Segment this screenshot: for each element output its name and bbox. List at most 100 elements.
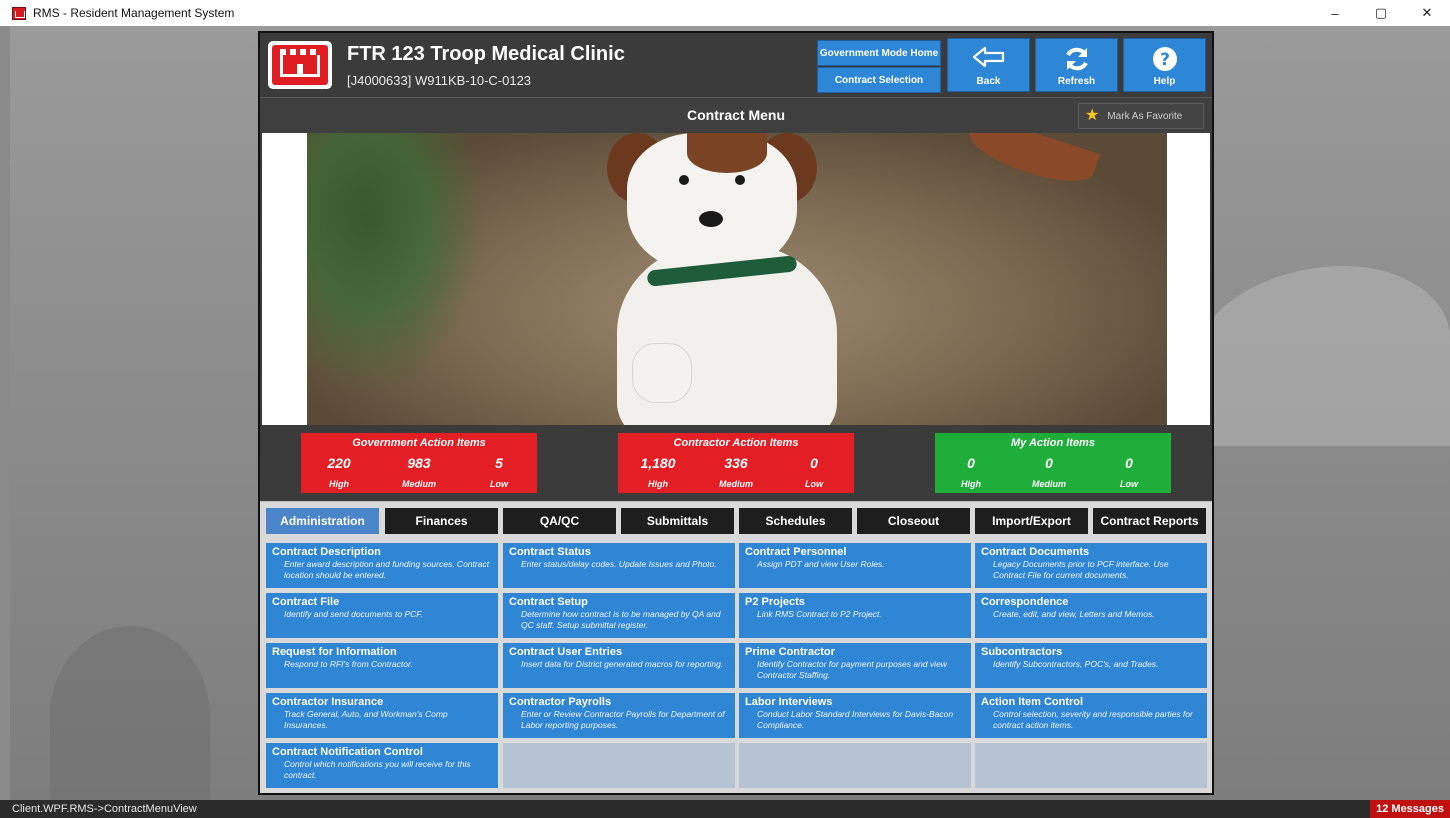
tile-title: Contractor Insurance (272, 696, 384, 708)
category-tabs: Administration Finances QA/QC Submittals… (260, 501, 1212, 539)
low-label: Low (490, 479, 508, 489)
government-medium-count[interactable]: 983 (389, 455, 449, 471)
empty-tile (739, 743, 971, 788)
tile-title: P2 Projects (745, 596, 805, 608)
window-titlebar: RMS - Resident Management System – ▢ ✕ (0, 0, 1450, 26)
contractor-action-items[interactable]: Contractor Action Items 1,180 336 0 High… (618, 433, 854, 493)
contract-file-tile[interactable]: Contract File Identify and send document… (266, 593, 498, 638)
back-arrow-icon (972, 46, 1004, 68)
castle-icon (272, 45, 328, 85)
tile-description: Conduct Labor Standard Interviews for Da… (757, 709, 954, 730)
tile-title: Contract File (272, 596, 340, 608)
tile-description: Determine how contract is to be managed … (521, 609, 721, 630)
medium-label: Medium (401, 479, 436, 489)
medium-label: Medium (1031, 479, 1066, 489)
my-low-count[interactable]: 0 (1099, 455, 1159, 471)
contract-menu-panel: FTR 123 Troop Medical Clinic [J4000633] … (258, 31, 1214, 795)
tab-finances[interactable]: Finances (385, 508, 498, 534)
low-label: Low (1120, 479, 1138, 489)
my-high-count[interactable]: 0 (941, 455, 1001, 471)
window-controls: – ▢ ✕ (1312, 0, 1450, 26)
menu-title-bar: Contract Menu ★ Mark As Favorite (260, 97, 1212, 133)
my-medium-count[interactable]: 0 (1019, 455, 1079, 471)
high-label: High (329, 479, 349, 489)
contractor-low-count[interactable]: 0 (784, 455, 844, 471)
tile-title: Request for Information (272, 646, 397, 658)
star-icon: ★ (1085, 107, 1100, 124)
tab-administration[interactable]: Administration (266, 508, 379, 534)
p2-projects-tile[interactable]: P2 Projects Link RMS Contract to P2 Proj… (739, 593, 971, 638)
action-item-control-tile[interactable]: Action Item Control Control selection, s… (975, 693, 1207, 738)
tile-title: Subcontractors (981, 646, 1063, 658)
tile-description: Assign PDT and view User Roles. (757, 559, 885, 569)
window-title: RMS - Resident Management System (33, 6, 235, 20)
correspondence-tile[interactable]: Correspondence Create, edit, and view, L… (975, 593, 1207, 638)
tile-title: Contractor Payrolls (509, 696, 612, 708)
tile-title: Labor Interviews (745, 696, 833, 708)
subcontractors-tile[interactable]: Subcontractors Identify Subcontractors, … (975, 643, 1207, 688)
empty-tile (975, 743, 1207, 788)
my-action-items[interactable]: My Action Items 0 0 0 High Medium Low (935, 433, 1171, 493)
contract-documents-tile[interactable]: Contract Documents Legacy Documents prio… (975, 543, 1207, 588)
usace-castle-logo (268, 41, 332, 89)
tab-submittals[interactable]: Submittals (621, 508, 734, 534)
contract-description-tile[interactable]: Contract Description Enter award descrip… (266, 543, 498, 588)
tile-description: Legacy Documents prior to PCF interface.… (993, 559, 1169, 580)
contract-personnel-tile[interactable]: Contract Personnel Assign PDT and view U… (739, 543, 971, 588)
contractor-insurance-tile[interactable]: Contractor Insurance Track General, Auto… (266, 693, 498, 738)
close-button[interactable]: ✕ (1404, 0, 1450, 26)
contractor-payrolls-tile[interactable]: Contractor Payrolls Enter or Review Cont… (503, 693, 735, 738)
contract-setup-tile[interactable]: Contract Setup Determine how contract is… (503, 593, 735, 638)
labor-interviews-tile[interactable]: Labor Interviews Conduct Labor Standard … (739, 693, 971, 738)
contract-user-entries-tile[interactable]: Contract User Entries Insert data for Di… (503, 643, 735, 688)
tile-description: Create, edit, and view, Letters and Memo… (993, 609, 1155, 619)
refresh-icon (1065, 47, 1088, 71)
request-for-information-tile[interactable]: Request for Information Respond to RFI's… (266, 643, 498, 688)
tab-contract-reports[interactable]: Contract Reports (1093, 508, 1206, 534)
tab-qa-qc[interactable]: QA/QC (503, 508, 616, 534)
medium-label: Medium (718, 479, 753, 489)
messages-badge[interactable]: 12 Messages (1370, 800, 1450, 818)
tab-schedules[interactable]: Schedules (739, 508, 852, 534)
tile-description: Enter status/delay codes. Update Issues … (521, 559, 717, 569)
action-items-bar: Government Action Items 220 983 5 High M… (260, 425, 1212, 501)
contract-selection-button[interactable]: Contract Selection (817, 67, 941, 93)
svg-text:?: ? (1160, 50, 1170, 70)
tile-description: Link RMS Contract to P2 Project. (757, 609, 882, 619)
government-low-count[interactable]: 5 (469, 455, 529, 471)
contract-notification-control-tile[interactable]: Contract Notification Control Control wh… (266, 743, 498, 788)
project-title: FTR 123 Troop Medical Clinic (347, 43, 625, 65)
tile-description: Identify Contractor for payment purposes… (757, 659, 947, 680)
mark-as-favorite-button[interactable]: ★ Mark As Favorite (1078, 103, 1204, 129)
contractor-medium-count[interactable]: 336 (706, 455, 766, 471)
minimize-button[interactable]: – (1312, 0, 1358, 26)
contract-status-tile[interactable]: Contract Status Enter status/delay codes… (503, 543, 735, 588)
contractor-high-count[interactable]: 1,180 (628, 455, 688, 471)
help-button[interactable]: ? Help (1123, 38, 1206, 92)
my-action-items-title: My Action Items (1011, 437, 1095, 449)
help-question-icon: ? (1152, 47, 1177, 71)
contractor-action-items-title: Contractor Action Items (673, 437, 799, 449)
back-button[interactable]: Back (947, 38, 1030, 92)
tile-description: Insert data for District generated macro… (521, 659, 724, 669)
tile-description: Identify Subcontractors, POC's, and Trad… (993, 659, 1159, 669)
prime-contractor-tile[interactable]: Prime Contractor Identify Contractor for… (739, 643, 971, 688)
tile-description: Respond to RFI's from Contractor. (284, 659, 413, 669)
empty-tile (503, 743, 735, 788)
tab-closeout[interactable]: Closeout (857, 508, 970, 534)
tab-import-export[interactable]: Import/Export (975, 508, 1088, 534)
view-path: Client.WPF.RMS->ContractMenuView (12, 803, 197, 815)
menu-tile-grid: Contract Description Enter award descrip… (260, 539, 1212, 793)
tile-title: Contract Status (509, 546, 591, 558)
government-action-items[interactable]: Government Action Items 220 983 5 High M… (301, 433, 537, 493)
government-mode-home-button[interactable]: Government Mode Home (817, 40, 941, 66)
contract-number: [J4000633] W911KB-10-C-0123 (347, 73, 532, 88)
favorite-label: Mark As Favorite (1107, 110, 1183, 122)
tile-title: Prime Contractor (745, 646, 835, 658)
restore-button[interactable]: ▢ (1358, 0, 1404, 26)
refresh-button[interactable]: Refresh (1035, 38, 1118, 92)
contract-photo (262, 133, 1210, 425)
tile-title: Contract User Entries (509, 646, 623, 658)
tile-description: Control which notifications you will rec… (284, 759, 471, 780)
government-high-count[interactable]: 220 (309, 455, 369, 471)
